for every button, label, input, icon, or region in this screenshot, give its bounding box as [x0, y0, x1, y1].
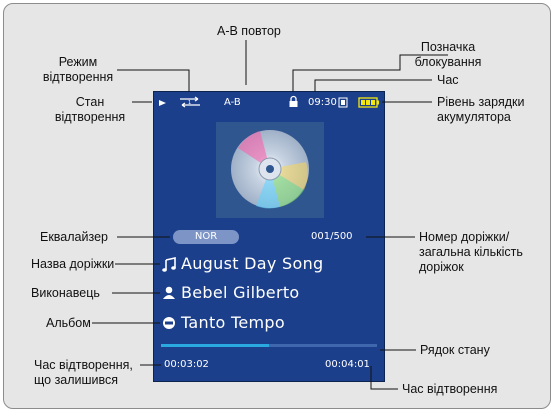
- label-lock-2: блокування: [414, 55, 482, 69]
- label-track-number-3: доріжок: [419, 260, 464, 274]
- label-album: Альбом: [46, 316, 91, 330]
- label-remaining-2: що залишився: [34, 373, 119, 387]
- label-battery-1: Рівень зарядки: [437, 95, 525, 109]
- label-ab-repeat: A-B повтор: [217, 24, 281, 38]
- diagram-canvas: 1 A-B 09:30 NOR 001/500 August Day Song …: [0, 0, 556, 415]
- label-play-mode-1: Режим: [58, 55, 98, 69]
- label-play-state-2: відтворення: [54, 110, 126, 124]
- label-play-state-1: Стан: [75, 95, 105, 109]
- label-battery-2: акумулятора: [437, 110, 511, 124]
- label-time: Час: [437, 73, 459, 87]
- label-track-number-2: загальна кількість: [419, 245, 523, 259]
- label-track-number-1: Номер доріжки/: [419, 230, 510, 244]
- label-status-bar: Рядок стану: [420, 343, 490, 357]
- label-elapsed: Час відтворення: [402, 382, 498, 396]
- label-track-name: Назва доріжки: [31, 257, 115, 271]
- label-artist: Виконавець: [31, 286, 100, 300]
- label-equalizer: Еквалайзер: [40, 230, 108, 244]
- label-remaining-1: Час відтворення,: [34, 358, 133, 372]
- label-lock-1: Позначка: [420, 40, 476, 54]
- label-play-mode-2: відтворення: [42, 70, 114, 84]
